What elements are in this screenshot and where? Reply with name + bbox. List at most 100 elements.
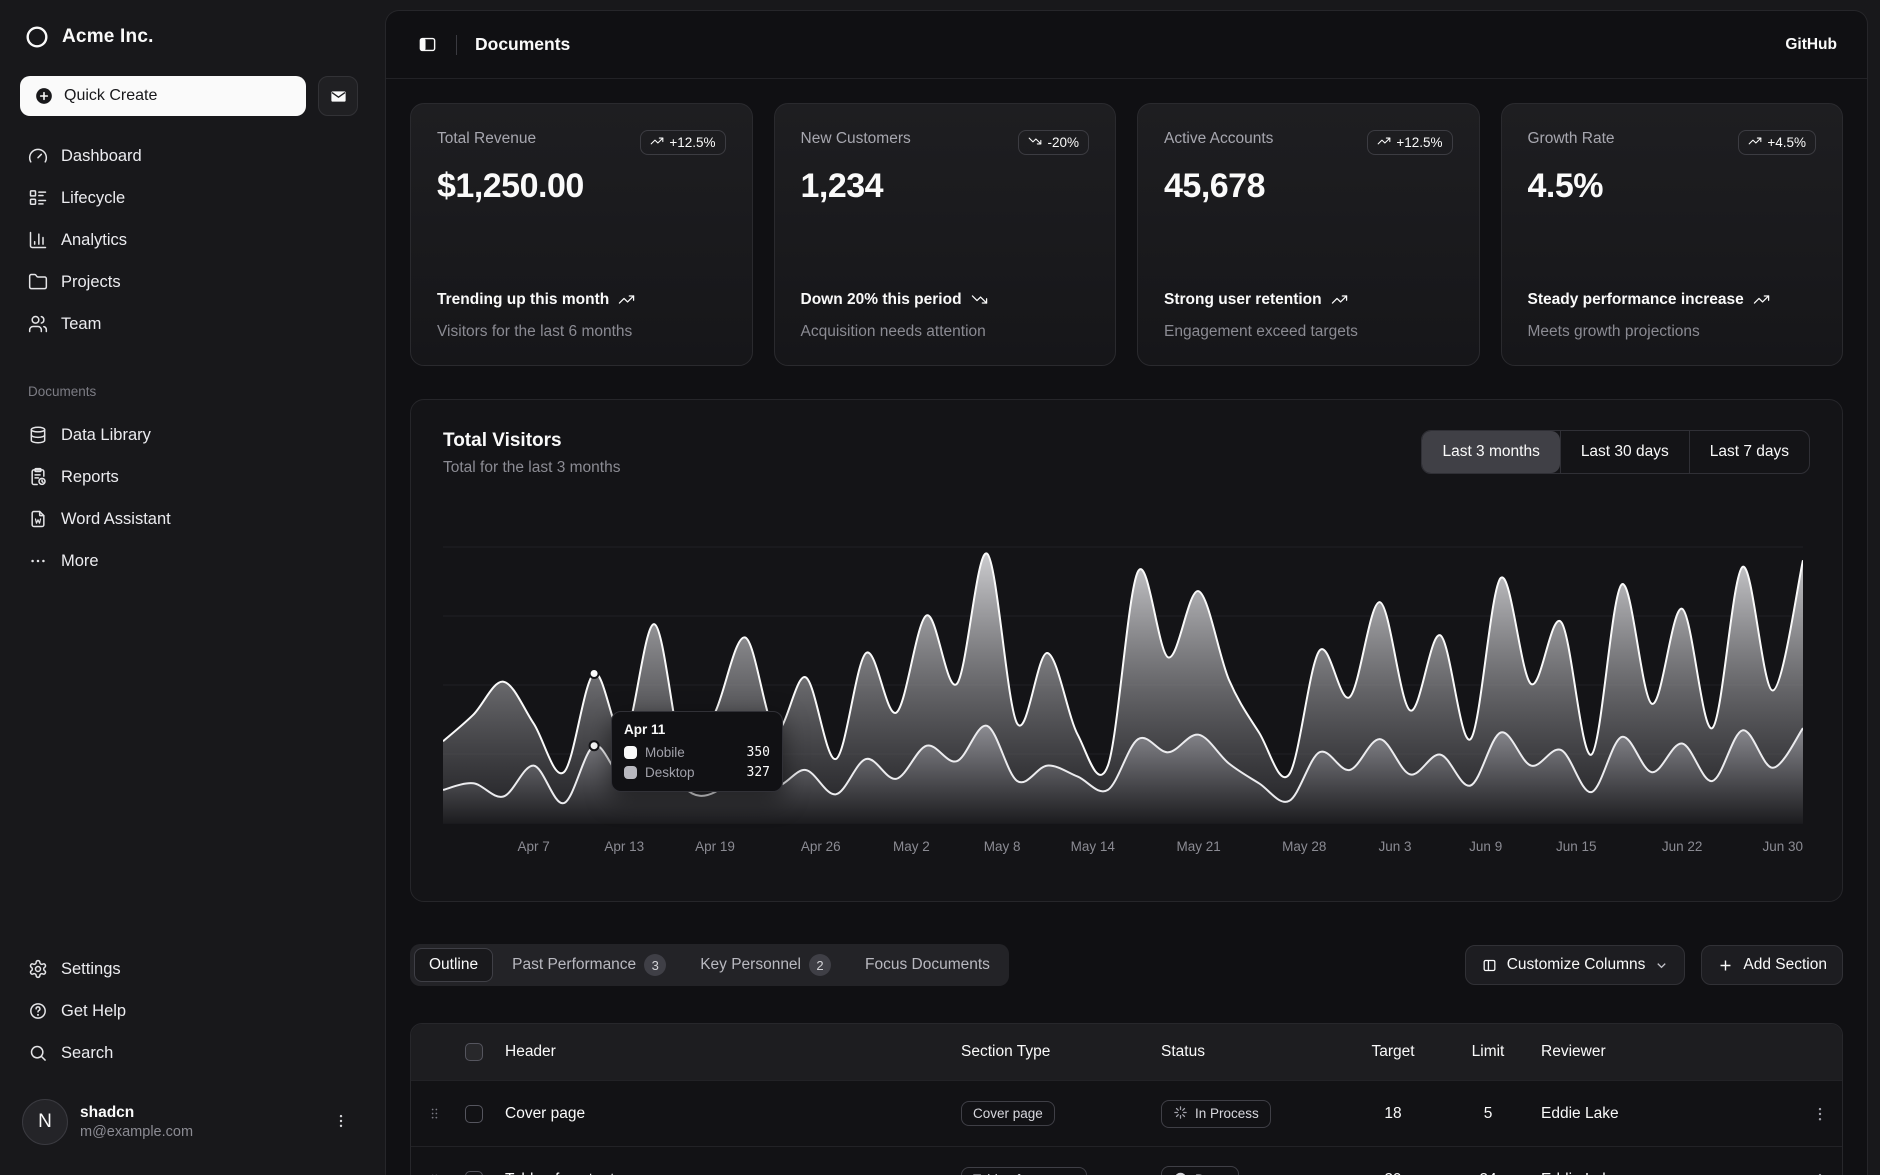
circle-check-icon [1173,1171,1188,1175]
reviewer-name: Eddie Lake [1533,1171,1793,1175]
topbar: Documents GitHub [386,11,1867,79]
sidebar-item-projects[interactable]: Projects [16,262,362,302]
sidebar-item-label: Reports [61,468,119,487]
sidebar-item-more[interactable]: More [16,541,362,581]
series-label: Mobile [645,745,685,760]
add-section-button[interactable]: Add Section [1701,945,1843,985]
time-range-toggle: Last 3 monthsLast 30 daysLast 7 days [1421,430,1810,474]
stat-card-footer-title: Trending up this month [437,289,726,315]
svg-text:Apr 7: Apr 7 [518,839,550,854]
report-icon [28,467,48,487]
sidebar-item-label: Team [61,315,101,334]
divider [456,35,457,55]
range-option-last-3-months[interactable]: Last 3 months [1422,431,1559,473]
limit-value: 5 [1443,1105,1533,1123]
sidebar-item-get-help[interactable]: Get Help [16,991,362,1031]
tab-outline[interactable]: Outline [414,948,493,982]
tab-focus-documents[interactable]: Focus Documents [850,948,1005,982]
stat-card-value: 4.5% [1528,167,1817,206]
sidebar-item-settings[interactable]: Settings [16,949,362,989]
tab-key-personnel[interactable]: Key Personnel2 [685,948,846,982]
column-header-header: Header [497,1043,953,1061]
sidebar-item-reports[interactable]: Reports [16,457,362,497]
tooltip-date: Apr 11 [624,722,770,737]
svg-text:May 14: May 14 [1071,839,1116,854]
stat-card-footer-sub: Visitors for the last 6 months [437,323,726,341]
quick-create-button[interactable]: Quick Create [20,76,306,116]
chart-tooltip: Apr 11 Mobile350Desktop327 [611,711,783,792]
stat-card: Active Accounts+12.5%45,678Strong user r… [1137,103,1480,366]
svg-text:Jun 3: Jun 3 [1378,839,1411,854]
stat-card-label: Active Accounts [1164,130,1273,148]
trend-badge: -20% [1018,130,1089,155]
stat-card-footer-title: Down 20% this period [801,289,1090,315]
sidebar-item-data-library[interactable]: Data Library [16,415,362,455]
svg-text:May 2: May 2 [893,839,930,854]
row-checkbox[interactable] [465,1105,483,1123]
stat-card-value: 1,234 [801,167,1090,206]
org-name: Acme Inc. [62,26,154,48]
active-dot-mobile [590,741,599,750]
tab-past-performance[interactable]: Past Performance3 [497,948,681,982]
table-row[interactable]: Table of contentsTable of contentsDone29… [411,1146,1842,1175]
trend-up-icon [1753,289,1770,315]
stat-card-label: Growth Rate [1528,130,1615,148]
stat-card: Growth Rate+4.5%4.5%Steady performance i… [1501,103,1844,366]
drag-handle-icon[interactable] [419,1106,449,1121]
stat-card-footer-sub: Engagement exceed targets [1164,323,1453,341]
area-chart[interactable]: Apr 7Apr 13Apr 19Apr 26May 2May 8May 14M… [443,533,1810,864]
row-menu-button[interactable] [1807,1101,1833,1127]
user-email: m@example.com [80,1123,314,1141]
gear-icon [28,959,48,979]
row-checkbox[interactable] [465,1171,483,1175]
series-value: 350 [747,745,770,760]
stat-card: New Customers-20%1,234Down 20% this peri… [774,103,1117,366]
select-all-checkbox[interactable] [465,1043,483,1061]
sidebar-toggle-button[interactable] [410,28,444,62]
sidebar-item-word-assistant[interactable]: Word Assistant [16,499,362,539]
plus-circle-icon [34,86,54,106]
trend-up-icon [618,289,635,315]
user-menu-row[interactable]: N shadcn m@example.com [16,1091,362,1153]
tab-list: OutlinePast Performance3Key Personnel2Fo… [410,944,1009,986]
panel-left-icon [418,35,437,54]
svg-text:Jun 15: Jun 15 [1556,839,1597,854]
trend-down-icon [1028,134,1042,151]
github-link[interactable]: GitHub [1785,36,1837,54]
sidebar-item-lifecycle[interactable]: Lifecycle [16,178,362,218]
tab-count-badge: 2 [809,954,831,976]
table-row[interactable]: Cover pageCover pageIn Process185Eddie L… [411,1080,1842,1146]
sidebar-item-search[interactable]: Search [16,1033,362,1073]
customize-columns-button[interactable]: Customize Columns [1465,945,1686,985]
stat-card-footer-sub: Meets growth projections [1528,323,1817,341]
svg-text:May 28: May 28 [1282,839,1326,854]
reviewer-name: Eddie Lake [1533,1105,1793,1123]
org-header[interactable]: Acme Inc. [16,18,362,50]
user-options-button[interactable] [326,1106,356,1139]
lifecycle-icon [28,188,48,208]
word-file-icon [28,509,48,529]
mail-icon [329,87,348,106]
sidebar-item-dashboard[interactable]: Dashboard [16,136,362,176]
table-header-row: HeaderSection TypeStatusTargetLimitRevie… [411,1024,1842,1080]
trend-up-icon [1331,289,1348,315]
range-option-last-7-days[interactable]: Last 7 days [1689,431,1809,473]
row-menu-button[interactable] [1807,1167,1833,1175]
svg-text:Jun 9: Jun 9 [1469,839,1502,854]
stat-card-footer-title: Steady performance increase [1528,289,1817,315]
range-option-last-30-days[interactable]: Last 30 days [1560,431,1689,473]
sidebar-item-label: Data Library [61,426,151,445]
sections-table: HeaderSection TypeStatusTargetLimitRevie… [410,1023,1843,1175]
section-type-badge: Cover page [961,1101,1055,1126]
sidebar-item-analytics[interactable]: Analytics [16,220,362,260]
sidebar-nav-documents: Data Library Reports Word Assistant More [16,413,362,583]
column-header-target: Target [1343,1043,1443,1061]
series-swatch [624,766,637,779]
sidebar-item-label: Analytics [61,231,127,250]
trend-badge: +12.5% [640,130,725,155]
tooltip-series-row: Mobile 350 [624,745,770,760]
sidebar-item-label: Dashboard [61,147,142,166]
inbox-button[interactable] [318,76,358,116]
sidebar-item-label: More [61,552,99,571]
sidebar-item-team[interactable]: Team [16,304,362,344]
